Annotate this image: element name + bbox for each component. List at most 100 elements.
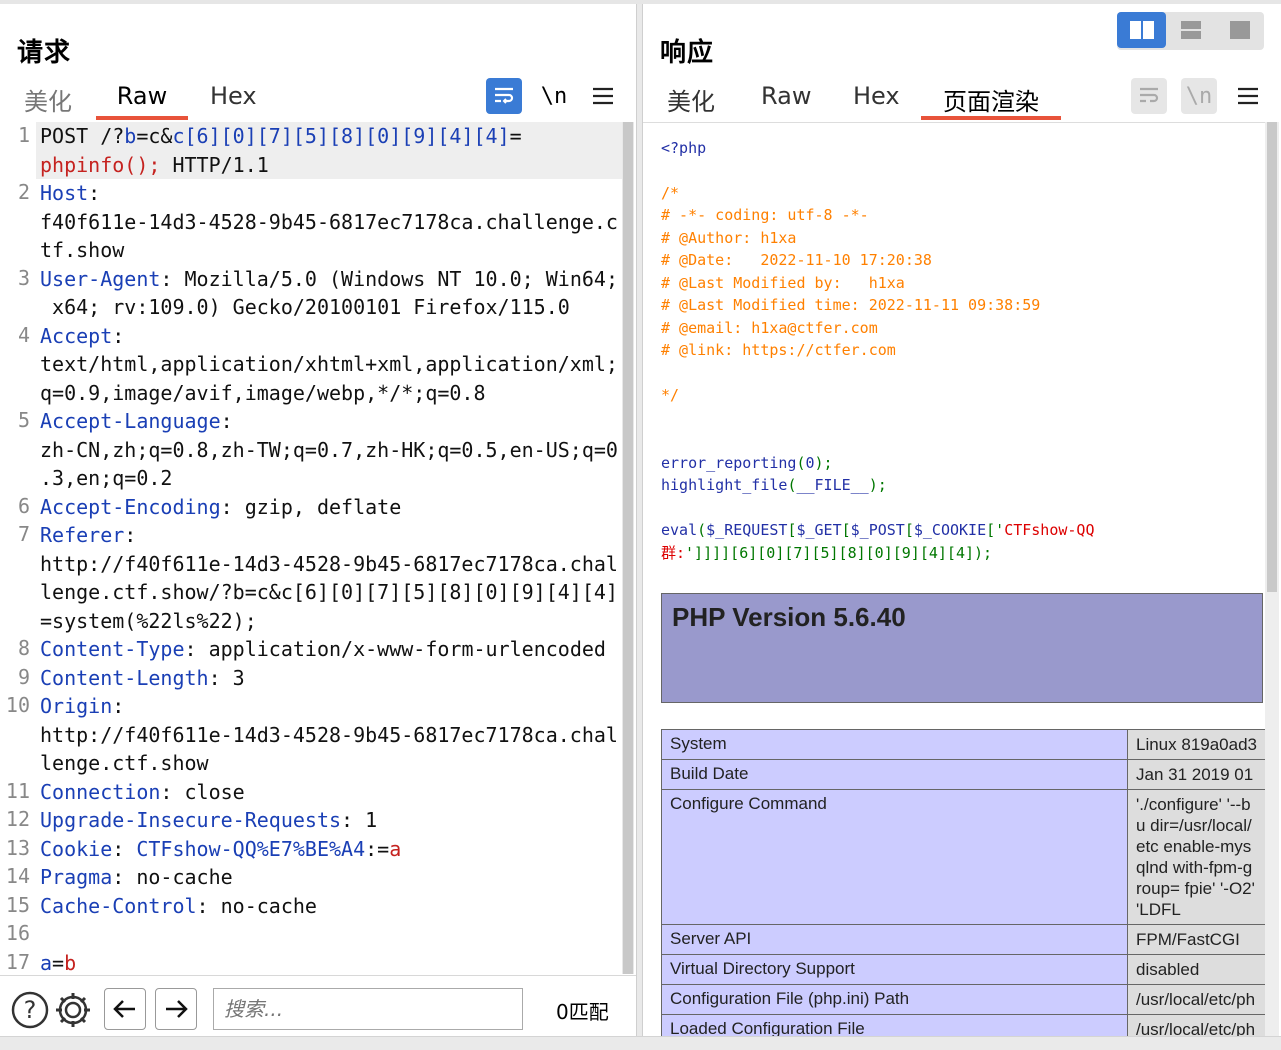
response-scrollbar[interactable] [1265,122,1279,1036]
code-token: User-Agent [40,266,161,291]
code-token: Origin [40,694,113,718]
source-line: 群:']]]][6][0][7][5][8][0][9][4][4]); [661,542,992,565]
window-bottom-border [0,1036,1281,1050]
source-token: CTFshow-QQ [1004,521,1095,539]
code-token: : [220,409,233,433]
phpinfo-row: Configuration File (php.ini) Path/usr/lo… [661,984,1265,1015]
code-token: = [52,950,65,975]
code-line: http://f40f611e-14d3-4528-9b45-6817ec717… [40,721,618,750]
code-line: q=0.9,image/avif,image/webp,*/*;q=0.8 [40,379,486,408]
code-line: POST /?b=c&c[6][0][7][5][8][0][9][4][4]= [40,122,522,151]
code-line: http://f40f611e-14d3-4528-9b45-6817ec717… [40,550,618,579]
line-number: 6 [17,493,30,518]
phpinfo-key: Build Date [661,759,1128,790]
source-token: <?php [661,139,707,157]
code-line: Upgrade-Insecure-Requests: 1 [40,806,377,835]
phpinfo-value: disabled [1127,954,1265,985]
request-scrollbar-thumb[interactable] [623,122,633,974]
code-token: : [112,694,125,718]
previous-match-button[interactable] [104,988,146,1030]
request-editor[interactable]: POST /?b=c&c[6][0][7][5][8][0][9][4][4]=… [0,122,622,974]
active-tab-underline [96,116,188,120]
code-token: f40f611e-14d3-4528-9b45-6817ec7178ca.cha… [40,209,618,234]
code-token: Accept-Encoding [40,494,221,519]
response-title: 响应 [660,38,715,68]
tab-hex[interactable]: Hex [853,80,900,120]
phpinfo-key: Virtual Directory Support [661,954,1128,985]
source-line: # @Last Modified by: h1xa [661,272,905,295]
menu-button[interactable] [1230,78,1266,114]
source-token: 0 [805,454,815,472]
request-scrollbar[interactable] [622,122,634,974]
newline-toggle-button[interactable]: \n [1181,78,1217,114]
source-token: [ [841,521,851,539]
code-token: Content-Type [40,637,185,661]
source-token: # @email: h1xa@ctfer.com [661,319,878,337]
code-line: Content-Length: 3 [40,664,245,693]
tab-hex[interactable]: Hex [210,80,257,120]
tab-raw[interactable]: Raw [761,80,811,120]
code-line: tf.show [40,236,124,265]
code-line: Content-Type: application/x-www-form-url… [40,635,606,664]
code-line: =system(%22ls%22); [40,607,257,636]
source-line: error_reporting(0); [661,452,833,475]
phpinfo-value: './configure' '--bu dir=/usr/local/etc e… [1127,789,1265,925]
code-line: Accept-Language: [40,407,233,436]
help-icon[interactable]: ? [10,990,50,1034]
columns-icon [1129,21,1154,39]
line-number: 5 [17,408,30,432]
phpinfo-row: Server API FPM/FastCGI [661,924,1265,955]
code-token: CTFshow-QQ%E7%BE%A4 [136,836,366,861]
code-token: Accept [40,323,113,348]
code-line: Connection: close [40,778,245,807]
menu-button[interactable] [585,78,621,114]
code-token: : [88,181,101,205]
line-number: 13 [5,835,30,860]
source-line: */ [661,384,679,407]
line-number: 10 [5,693,30,717]
layout-single-button[interactable] [1215,12,1264,48]
code-token: Connection [40,779,161,804]
code-line: Accept: [40,322,124,351]
source-token: # @Author: h1xa [661,229,797,247]
code-line: Accept-Encoding: gzip, deflate [40,493,401,522]
phpinfo-row: System Linux 819a0ad3 [661,729,1265,760]
request-footer: ? 0匹配 [0,975,636,1036]
phpinfo-row: Configure Command './configure' '--bu dir… [661,789,1265,925]
code-token: tf.show [40,238,125,262]
tab-render[interactable]: 页面渲染 [921,80,1061,120]
tab-raw[interactable]: Raw [96,80,188,120]
search-input[interactable] [213,988,523,1030]
single-panel-icon [1229,21,1250,39]
phpinfo-row: Loaded Configuration File/usr/local/etc/… [661,1014,1265,1036]
hamburger-icon [593,87,613,105]
wrap-lines-button[interactable] [486,78,522,114]
code-token: .3,en;q=0.2 [40,466,173,490]
newline-toggle-button[interactable]: \n [536,78,572,114]
line-number: 17 [5,949,30,974]
code-line: lenge.ctf.show [40,749,209,778]
phpinfo-value: Linux 819a0ad3 [1127,729,1265,760]
wrap-lines-button[interactable] [1131,78,1167,114]
source-token: highlight_file [661,476,788,494]
tab-pretty[interactable]: 美化 [24,80,72,120]
match-count: 0匹配 [556,1000,609,1024]
source-token: $_POST [850,521,905,539]
response-scrollbar-thumb[interactable] [1267,122,1277,592]
source-token: # @link: https://ctfer.com [661,341,896,359]
layout-side-by-side-button[interactable] [1117,12,1166,48]
svg-text:?: ? [24,996,37,1024]
tab-pretty[interactable]: 美化 [667,80,715,120]
code-token: : gzip, deflate [220,494,402,519]
phpinfo-key: Server API [661,924,1128,955]
next-match-button[interactable] [155,988,197,1030]
source-token: ']]]][6][0][7][5][8][0][9][4][4]); [685,544,993,562]
line-number: 14 [5,864,30,888]
layout-stacked-button[interactable] [1166,12,1215,48]
source-line: # @Author: h1xa [661,227,796,250]
source-token: # -*- coding: utf-8 -*- [661,206,869,224]
phpinfo-row: Virtual Directory Support disabled [661,954,1265,985]
settings-gear-icon[interactable] [53,990,93,1034]
source-token: # @Last Modified time: 2022-11-11 09:38:… [661,296,1041,314]
source-line: # @Last Modified time: 2022-11-11 09:38:… [661,294,1040,317]
